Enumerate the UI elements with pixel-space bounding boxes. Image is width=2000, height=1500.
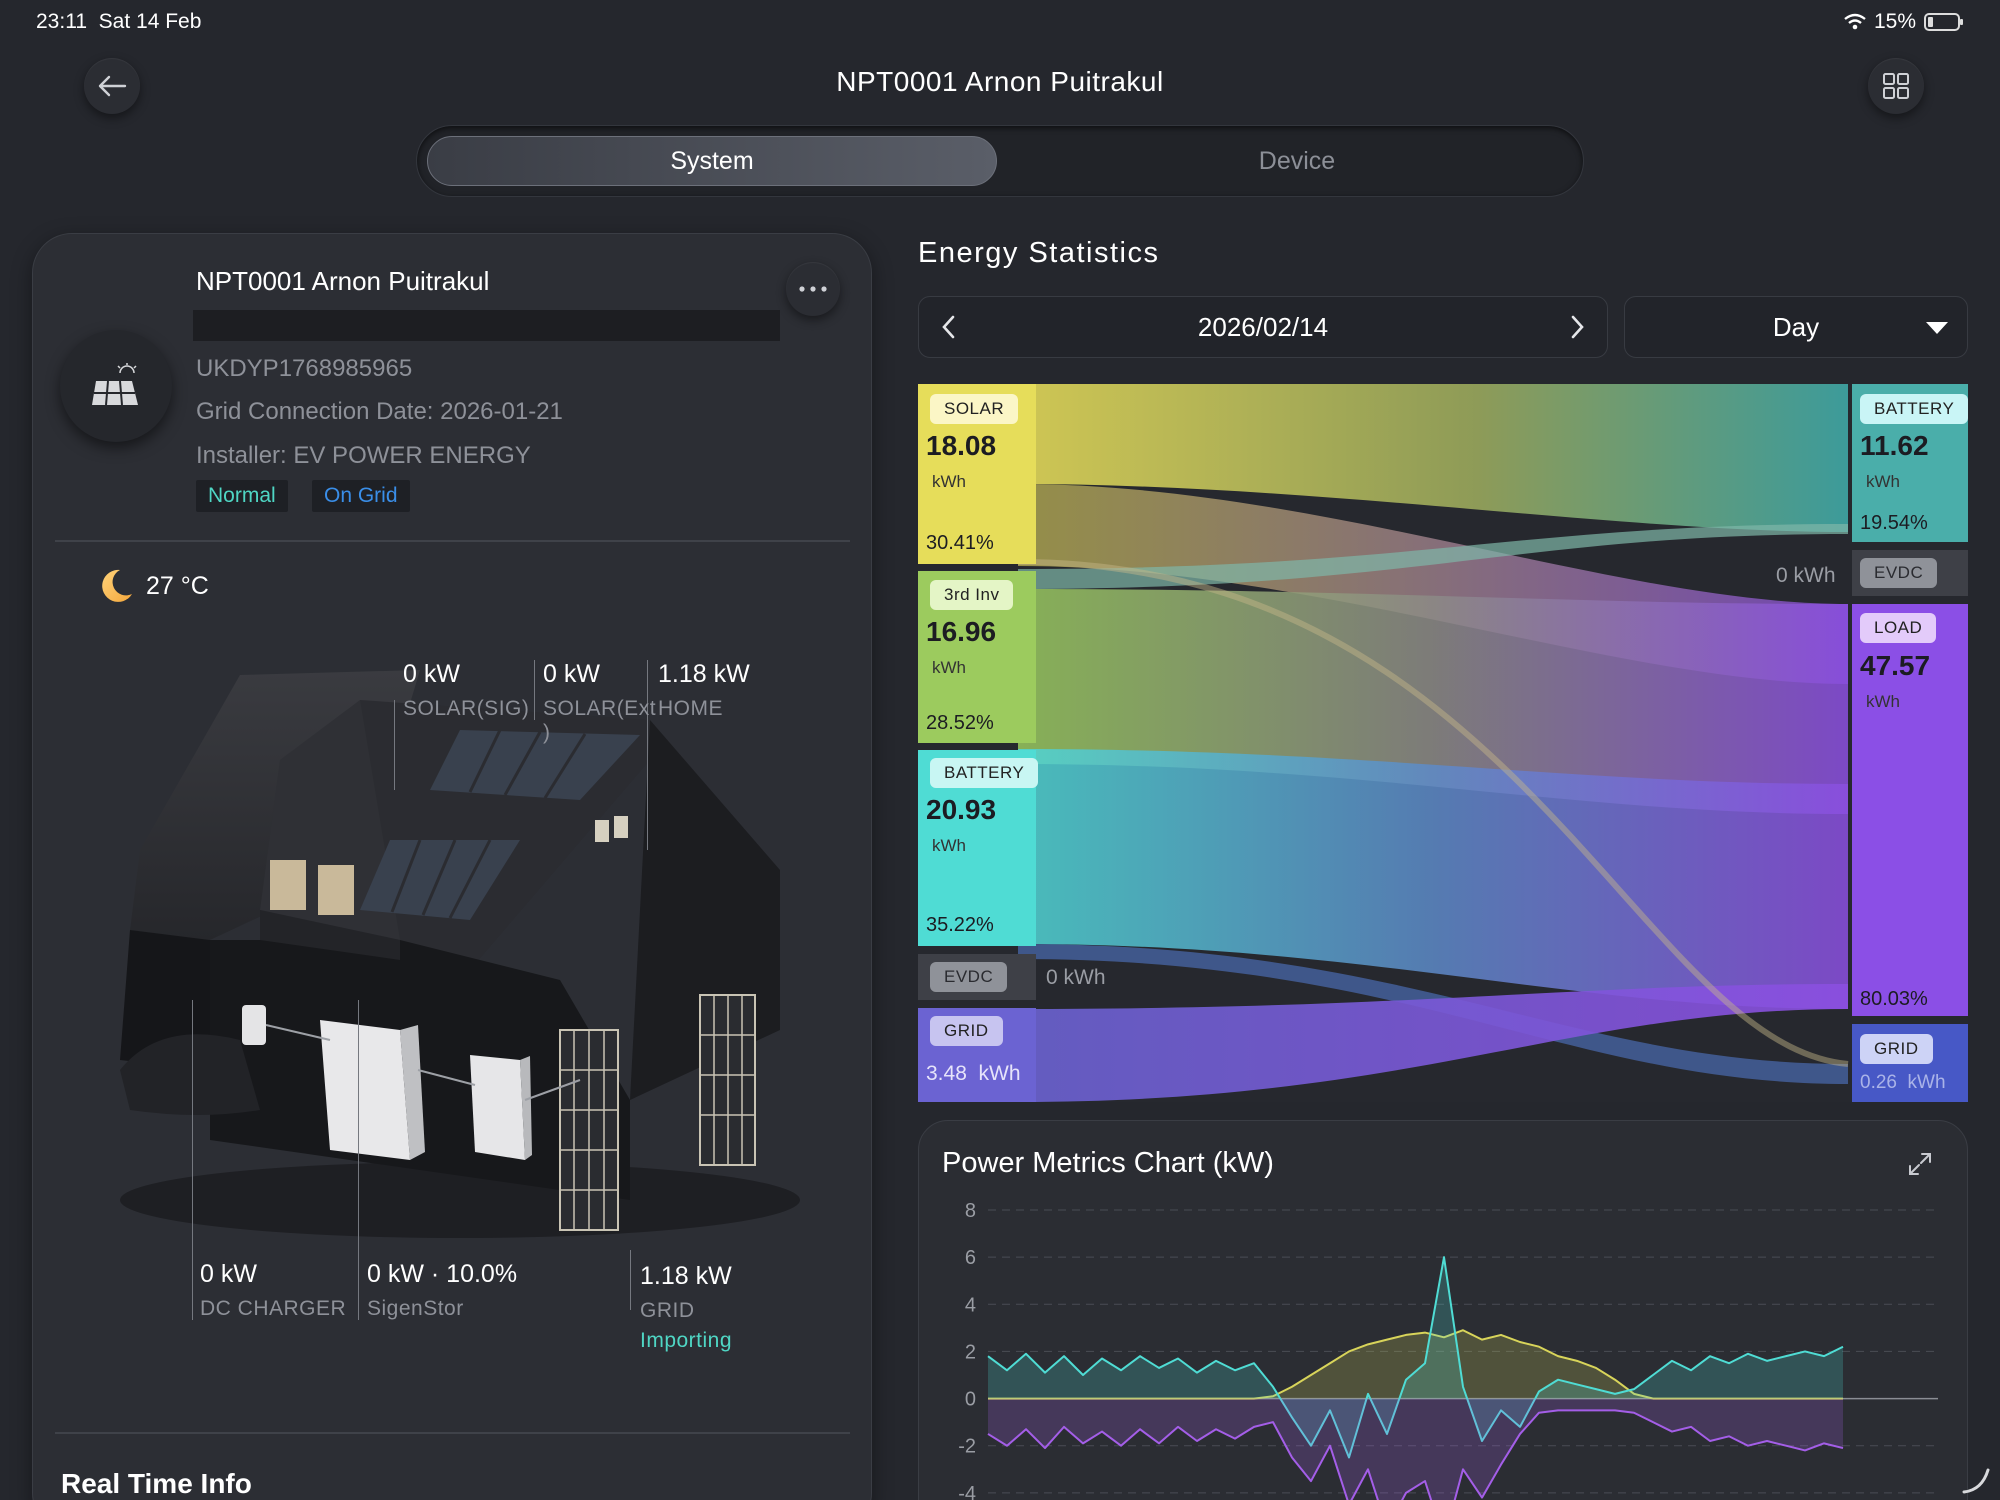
more-dots-icon [799, 286, 827, 292]
page-title: NPT0001 Arnon Puitrakul [836, 66, 1164, 97]
solar-panel-icon [92, 363, 138, 406]
grid-connection-date: Grid Connection Date: 2026-01-21 [196, 398, 563, 425]
node-label-battery: BATTERY [930, 758, 1039, 788]
node-value-grid-target: 0.26 kWh [1860, 1072, 1946, 1093]
grid-view-icon [1883, 73, 1909, 99]
battery-icon [1924, 13, 1963, 31]
home-readout: 1.18 kW HOME [658, 660, 750, 720]
grid-readout: 1.18 kW GRID Importing [640, 1262, 733, 1352]
node-value-battery-target: 11.62 [1860, 430, 1929, 461]
node-unit-battery-target: kWh [1866, 472, 1900, 491]
node-value-battery: 20.93 [926, 794, 997, 825]
plant-serial: UKDYP1768985965 [196, 355, 413, 382]
node-label-grid-target: GRID [1860, 1034, 1933, 1064]
node-unit-load: kWh [1866, 692, 1900, 711]
tab-device[interactable]: Device [1017, 136, 1577, 186]
status-time: 23:11 Sat 14 Feb [36, 10, 202, 33]
status-badge-normal: Normal [196, 480, 288, 512]
weather: 27 °C [96, 566, 209, 606]
node-pct-battery-target: 19.54% [1860, 512, 1928, 534]
node-unit-solar: kWh [932, 472, 966, 491]
wifi-icon [1844, 13, 1866, 30]
dc-charger-readout: 0 kW DC CHARGER [200, 1260, 347, 1320]
period-value: Day [1772, 311, 1820, 342]
divider [55, 540, 850, 542]
leader-line [534, 660, 535, 720]
status-indicators: 15% [1844, 10, 1963, 34]
node-pct-battery: 35.22% [926, 914, 994, 936]
node-value-load: 47.57 [1860, 650, 1931, 681]
leader-line [358, 1000, 359, 1320]
tab-system[interactable]: System [427, 136, 997, 186]
node-unit-battery: kWh [932, 836, 966, 855]
resize-handle-icon [1962, 1468, 1990, 1494]
site-avatar [60, 330, 172, 442]
y-tick-label: 2 [965, 1341, 976, 1363]
y-tick-label: 4 [965, 1294, 976, 1316]
leader-line [394, 700, 395, 790]
section-title-energy: Energy Statistics [918, 237, 1160, 269]
node-value-grid: 3.48 kWh [926, 1062, 1021, 1085]
section-title-real-time: Real Time Info [61, 1468, 252, 1499]
node-pct-solar: 30.41% [926, 532, 994, 554]
node-value-evdc-target: 0 kWh [1776, 564, 1836, 587]
node-pct-load: 80.03% [1860, 988, 1928, 1010]
node-label-evdc: EVDC [930, 962, 1008, 992]
date-picker: 2026/02/14 [918, 296, 1608, 358]
expand-icon [1909, 1153, 1931, 1175]
prev-date-button[interactable] [939, 311, 959, 350]
node-label-3rd-inv: 3rd Inv [930, 580, 1014, 610]
series-area [988, 1398, 1843, 1500]
chevron-right-icon [1571, 315, 1584, 339]
node-value-solar: 18.08 [926, 430, 997, 461]
house-illustration [120, 670, 800, 1238]
node-label-grid: GRID [930, 1016, 1003, 1046]
view-switcher: System Device [416, 125, 1584, 197]
node-label-solar: SOLAR [930, 394, 1019, 424]
more-options-button[interactable] [786, 262, 840, 316]
energy-flow-diagram: SOLAR 18.08 kWh 30.41% 3rd Inv 16.96 kWh… [918, 384, 1969, 1102]
redacted-address [193, 310, 780, 341]
y-tick-label: 6 [965, 1247, 976, 1269]
moon-icon [102, 569, 132, 602]
temperature: 27 °C [146, 571, 209, 600]
plant-name: NPT0001 Arnon Puitrakul [196, 266, 490, 296]
sigenstor-readout: 0 kW · 10.0% SigenStor [367, 1260, 518, 1320]
leader-line [192, 1000, 193, 1320]
flow-links [918, 384, 1968, 1102]
y-tick-label: 8 [965, 1200, 976, 1222]
caret-down-icon [1926, 322, 1948, 334]
expand-chart-button[interactable] [1906, 1150, 1934, 1183]
node-label-load: LOAD [1860, 613, 1937, 643]
y-tick-label: -2 [958, 1436, 976, 1458]
node-pct-3rd-inv: 28.52% [926, 712, 994, 734]
y-tick-label: 0 [965, 1389, 976, 1411]
solar-sig-readout: 0 kW SOLAR(SIG) [403, 660, 530, 720]
node-value-3rd-inv: 16.96 [926, 616, 997, 647]
grid-view-button[interactable] [1868, 58, 1924, 114]
selected-date: 2026/02/14 [1197, 311, 1329, 342]
leader-line [630, 1250, 631, 1310]
next-date-button[interactable] [1567, 311, 1587, 350]
node-value-evdc: 0 kWh [1046, 966, 1106, 989]
node-label-battery-target: BATTERY [1860, 394, 1969, 424]
installer: Installer: EV POWER ENERGY [196, 442, 531, 469]
solar-ext-readout: 0 kW SOLAR(Ext ) [543, 660, 657, 744]
divider [55, 1432, 850, 1434]
y-tick-label: -4 [958, 1483, 976, 1500]
chevron-left-icon [942, 315, 955, 339]
status-badge-on-grid: On Grid [312, 480, 410, 512]
node-label-evdc-target: EVDC [1860, 558, 1938, 588]
period-select[interactable]: Day [1624, 296, 1968, 358]
node-unit-3rd-inv: kWh [932, 658, 966, 677]
power-metrics-chart: 8 6 4 2 0 -2 -4 [958, 1200, 1938, 1500]
chart-title: Power Metrics Chart (kW) [942, 1147, 1274, 1179]
battery-percent: 15% [1873, 10, 1916, 33]
